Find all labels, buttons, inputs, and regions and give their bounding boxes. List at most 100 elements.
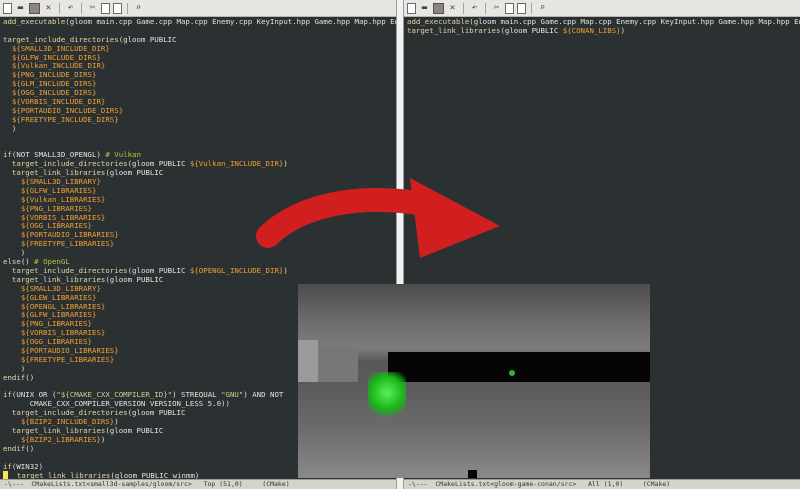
code-command: add_executable: [407, 17, 470, 26]
new-file-icon[interactable]: [407, 2, 416, 14]
code-text: endif: [3, 372, 26, 382]
code-text: if: [3, 461, 12, 471]
code-comment: # OpenGL: [34, 257, 70, 267]
code-variable: ${PNG_LIBRARIES}: [20, 319, 93, 329]
floor: [298, 382, 650, 478]
right-code-buffer[interactable]: add_executable(gloom main.cpp Game.cpp M…: [404, 17, 800, 36]
code-command: target_link_libraries: [11, 168, 106, 178]
code-text: (WIN32): [11, 461, 44, 471]
undo-icon[interactable]: ↶: [65, 3, 76, 14]
search-icon[interactable]: ⌕: [133, 3, 144, 14]
code-command: target_include_directories: [3, 34, 119, 44]
right-toolbar: ▬ ✕ ↶ ✂ ⌕: [404, 0, 800, 17]
code-text: (gloom PUBLIC: [118, 34, 177, 44]
code-text: (): [25, 443, 35, 453]
code-variable: ${OGG_LIBRARIES}: [20, 221, 93, 231]
code-line[interactable]: ${FREETYPE_INCLUDE_DIRS}: [3, 114, 393, 125]
code-variable: ${FREETYPE_LIBRARIES}: [20, 239, 115, 249]
code-text: ): [283, 265, 288, 275]
code-line[interactable]: target_link_libraries(gloom PUBLIC ${CON…: [407, 25, 797, 36]
green-enemy: [368, 372, 406, 424]
code-variable: ${GLM_INCLUDE_DIRS}: [11, 79, 97, 89]
code-command: target_link_libraries: [11, 274, 106, 284]
undo-icon[interactable]: ↶: [469, 3, 480, 14]
code-variable: ${PORTAUDIO_LIBRARIES}: [20, 230, 119, 240]
code-line[interactable]: ): [3, 123, 393, 134]
code-text: endif: [3, 443, 26, 453]
save-icon[interactable]: [433, 2, 444, 14]
right-modeline: -\--- CMakeLists.txt<gloom-game-conan/sr…: [404, 479, 800, 489]
code-line[interactable]: add_executable(gloom main.cpp Game.cpp M…: [3, 17, 396, 27]
paste-icon[interactable]: [517, 2, 526, 14]
code-variable: ${SMALL3D_INCLUDE_DIR}: [11, 43, 110, 53]
cut-icon[interactable]: ✂: [491, 3, 502, 14]
copy-icon[interactable]: [505, 2, 514, 14]
code-text: (gloom PUBLIC: [105, 425, 164, 435]
code-text: (): [25, 372, 35, 382]
code-variable: ${SMALL3D_LIBRARY}: [20, 283, 101, 293]
code-command: target_link_libraries: [11, 425, 106, 435]
game-screenshot: [298, 284, 650, 478]
code-text: ) STREQUAL: [172, 390, 222, 400]
code-text: ): [100, 434, 106, 444]
code-variable: ${VORBIS_LIBRARIES}: [20, 212, 106, 222]
code-command: target_include_directories: [11, 159, 128, 169]
code-variable: ${BZIP2_INCLUDE_DIRS}: [20, 417, 115, 427]
code-variable: ${SMALL3D_LIBRARY}: [20, 177, 101, 187]
save-icon[interactable]: [29, 2, 40, 14]
code-variable: ${OPENGL_INCLUDE_DIR}: [189, 265, 284, 275]
paste-icon[interactable]: [113, 2, 122, 14]
code-variable: ${PNG_LIBRARIES}: [20, 203, 93, 213]
search-icon[interactable]: ⌕: [537, 3, 548, 14]
code-variable: ${OPENGL_LIBRARIES}: [20, 301, 106, 311]
code-text: "${CMAKE_CXX_COMPILER_ID}": [56, 390, 173, 400]
code-text: else: [3, 257, 21, 267]
close-icon[interactable]: ✕: [43, 3, 54, 14]
code-variable: ${BZIP2_LIBRARIES}: [20, 434, 101, 444]
code-text: (): [20, 257, 35, 267]
code-text: ) AND NOT: [243, 390, 284, 400]
cut-icon[interactable]: ✂: [87, 3, 98, 14]
open-folder-icon[interactable]: ▬: [15, 3, 26, 14]
dark-corridor: [388, 352, 650, 382]
code-command: target_link_libraries: [407, 25, 501, 35]
code-variable: ${FREETYPE_INCLUDE_DIRS}: [11, 114, 119, 124]
open-folder-icon[interactable]: ▬: [419, 3, 430, 14]
code-text: if: [3, 390, 12, 400]
code-text: (gloom main.cpp Game.cpp Map.cpp Enemy.c…: [65, 17, 396, 26]
close-icon[interactable]: ✕: [447, 3, 458, 14]
code-text: if: [3, 150, 12, 160]
code-command: target_include_directories: [11, 265, 128, 275]
code-variable: ${GLEW_LIBRARIES}: [20, 292, 97, 302]
copy-icon[interactable]: [101, 2, 110, 14]
code-command: add_executable: [3, 17, 66, 26]
new-file-icon[interactable]: [3, 2, 12, 14]
code-text: ): [3, 123, 17, 133]
code-line[interactable]: [3, 134, 393, 143]
code-text: ): [114, 417, 119, 427]
code-variable: ${Vulkan_LIBRARIES}: [20, 194, 106, 204]
code-line[interactable]: ${FREETYPE_LIBRARIES}: [3, 239, 393, 249]
code-variable: ${Vulkan_INCLUDE_DIR}: [11, 61, 106, 71]
code-text: "GNU": [221, 390, 244, 400]
